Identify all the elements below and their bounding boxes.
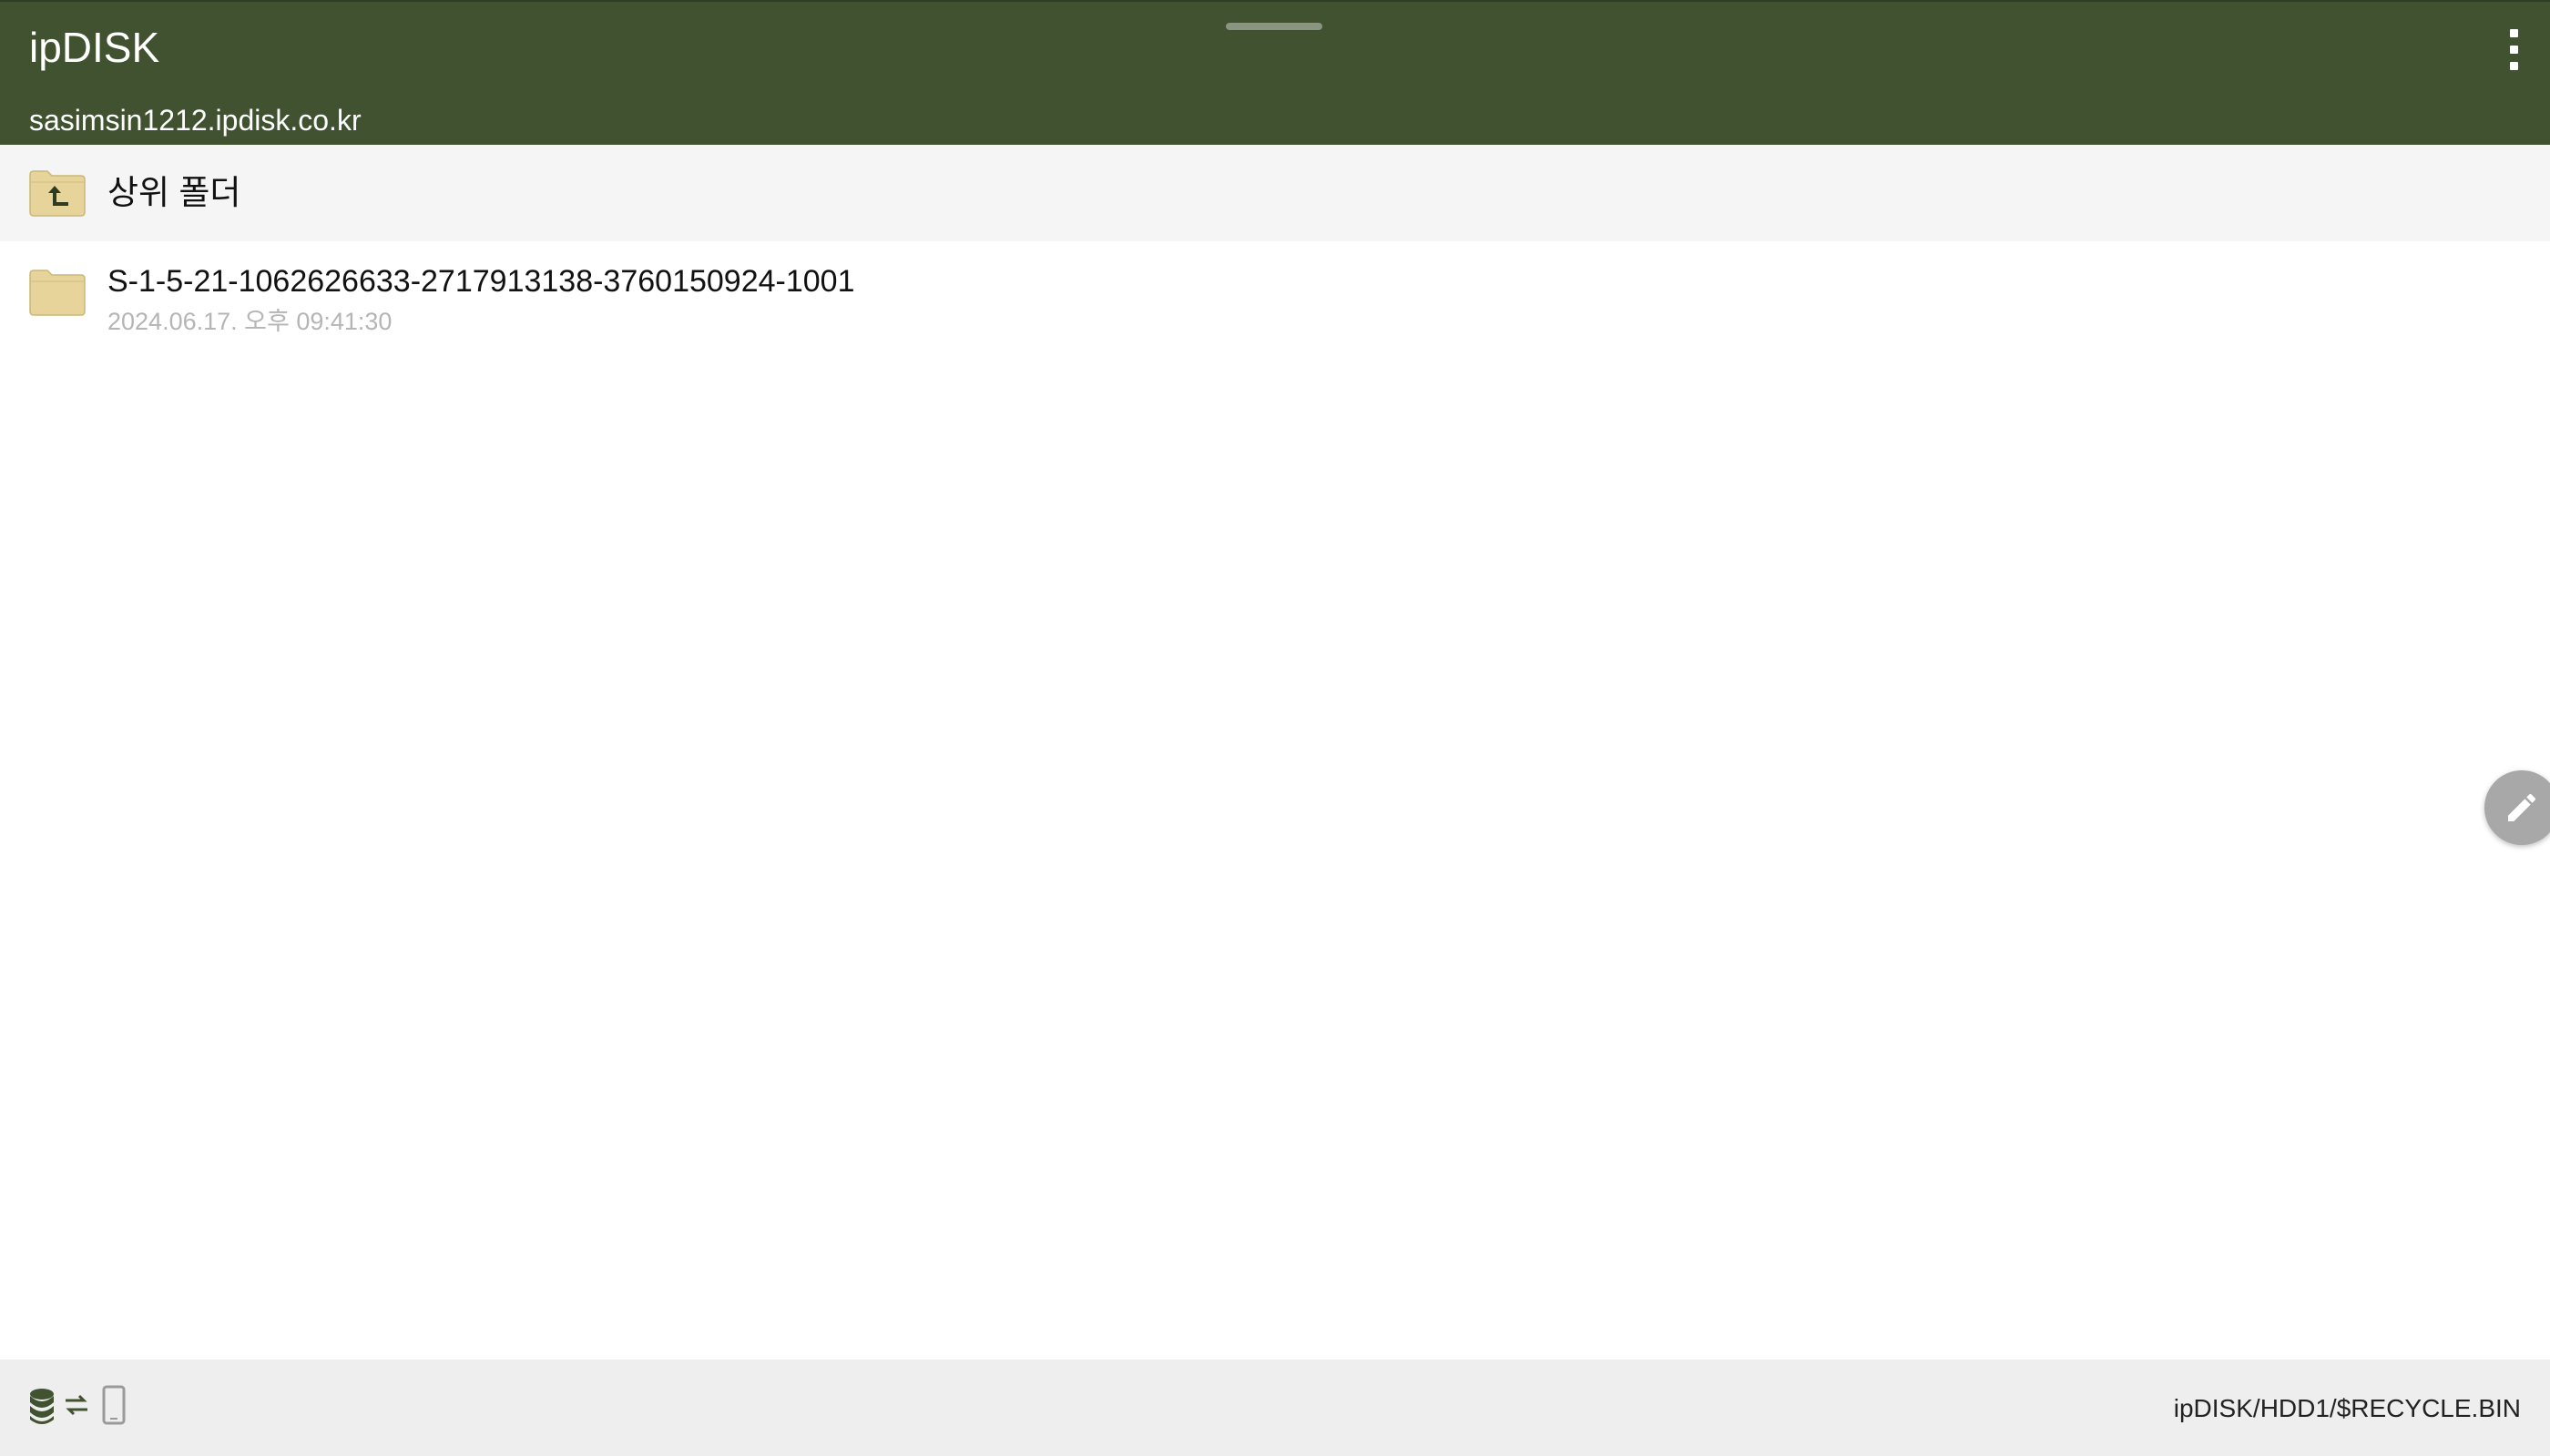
file-date: 2024.06.17. 오후 09:41:30: [107, 308, 393, 335]
file-name: S-1-5-21-1062626633-2717913138-376015092…: [107, 264, 855, 299]
storage-icon[interactable]: [27, 1387, 56, 1431]
folder-up-icon: [29, 169, 86, 221]
more-vert-icon[interactable]: [2486, 15, 2541, 84]
parent-folder-row[interactable]: 상위 폴더: [0, 145, 2550, 241]
folder-icon: [29, 269, 86, 321]
phone-icon[interactable]: [102, 1385, 126, 1430]
drag-handle[interactable]: [1226, 23, 1322, 30]
host-address: sasimsin1212.ipdisk.co.kr: [29, 104, 362, 137]
parent-folder-label: 상위 폴더: [107, 174, 241, 211]
list-item[interactable]: S-1-5-21-1062626633-2717913138-376015092…: [0, 241, 2550, 351]
app-bar: ipDISK sasimsin1212.ipdisk.co.kr: [0, 0, 2550, 145]
app-title: ipDISK: [29, 24, 160, 71]
edit-pencil-icon[interactable]: [2484, 770, 2550, 845]
bottom-bar: ipDISK/HDD1/$RECYCLE.BIN: [0, 1359, 2550, 1456]
current-path: ipDISK/HDD1/$RECYCLE.BIN: [2173, 1394, 2521, 1422]
transfer-icon[interactable]: [64, 1392, 89, 1422]
